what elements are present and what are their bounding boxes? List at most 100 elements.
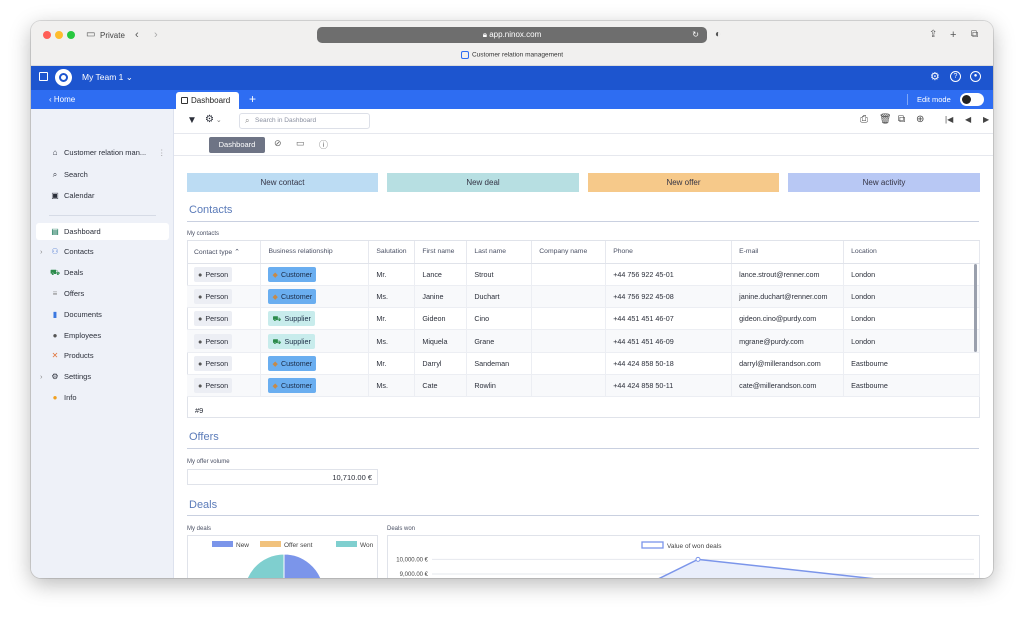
table-cell[interactable]: Rowlin: [466, 374, 533, 398]
column-header[interactable]: Phone: [605, 241, 733, 264]
table-cell[interactable]: gideon.cino@purdy.com: [731, 307, 845, 331]
forward-icon[interactable]: ›: [154, 28, 158, 42]
new-offer-button[interactable]: New offer: [588, 173, 779, 192]
table-cell[interactable]: Ms.: [368, 285, 416, 309]
table-cell[interactable]: [531, 263, 607, 286]
table-row[interactable]: ● Person ◆ Customer Mr. Darryl Sandeman +44 424…: [187, 352, 980, 375]
table-cell[interactable]: Ms.: [368, 374, 416, 398]
table-cell[interactable]: Mr.: [368, 352, 416, 375]
privacy-shield-icon[interactable]: ◐: [715, 28, 721, 42]
diamond-icon: ◆: [272, 291, 278, 301]
minimize-window-button[interactable]: [55, 31, 63, 39]
table-cell[interactable]: mgrane@purdy.com: [731, 329, 845, 353]
table-cell[interactable]: London: [843, 285, 980, 309]
table-cell[interactable]: Lance: [414, 263, 468, 286]
table-cell[interactable]: Ms.: [368, 329, 416, 353]
tabs-overview-icon[interactable]: ⧉: [971, 28, 978, 42]
table-row[interactable]: ● Person ⛟ Supplier Mr. Gideon Cino +44 451 451…: [187, 307, 980, 331]
browser-tab-title[interactable]: Customer relation management: [31, 51, 993, 59]
table-cell[interactable]: Darryl: [414, 352, 468, 375]
table-cell[interactable]: [531, 374, 607, 398]
table-cell[interactable]: +44 451 451 46-07: [605, 307, 733, 331]
new-activity-button[interactable]: New activity: [788, 173, 980, 192]
ninox-logo-icon[interactable]: [55, 69, 72, 86]
team-switcher[interactable]: My Team 1 ⌄: [82, 72, 133, 83]
table-cell[interactable]: Mr.: [368, 307, 416, 331]
zoom-window-button[interactable]: [67, 31, 75, 39]
table-cell[interactable]: ⛟ Supplier: [260, 307, 370, 331]
table-cell[interactable]: +44 756 922 45-01: [605, 263, 733, 286]
table-cell[interactable]: ⛟ Supplier: [260, 329, 370, 353]
sidebar-toggle-icon[interactable]: ▭: [86, 28, 95, 42]
table-cell[interactable]: ◆ Customer: [260, 285, 370, 309]
legend-label: Won: [360, 542, 374, 549]
new-tab-icon[interactable]: +: [950, 28, 956, 42]
gear-icon[interactable]: ⚙︎: [930, 70, 940, 83]
table-cell[interactable]: Gideon: [414, 307, 468, 331]
table-cell[interactable]: ◆ Customer: [260, 352, 370, 375]
table-cell[interactable]: Eastbourne: [843, 352, 980, 375]
table-cell[interactable]: [531, 352, 607, 375]
add-tab-icon[interactable]: +: [249, 92, 256, 106]
table-cell[interactable]: +44 424 858 50-11: [605, 374, 733, 398]
table-cell[interactable]: [531, 329, 607, 353]
table-cell[interactable]: ● Person: [187, 352, 262, 375]
table-cell[interactable]: janine.duchart@renner.com: [731, 285, 845, 309]
table-cell[interactable]: ● Person: [187, 329, 262, 353]
table-row[interactable]: ● Person ⛟ Supplier Ms. Miquela Grane +44 451 4…: [187, 329, 980, 353]
table-cell[interactable]: Janine: [414, 285, 468, 309]
new-deal-button[interactable]: New deal: [387, 173, 579, 192]
table-cell[interactable]: +44 424 858 50-18: [605, 352, 733, 375]
table-cell[interactable]: lance.strout@renner.com: [731, 263, 845, 286]
home-link[interactable]: ‹ Home: [49, 95, 75, 104]
url-bar[interactable]: 🔒︎ app.ninox.com ↻: [317, 27, 707, 43]
table-cell[interactable]: ● Person: [187, 285, 262, 309]
table-cell[interactable]: Cino: [466, 307, 533, 331]
share-icon[interactable]: ⇪: [929, 28, 937, 42]
help-icon[interactable]: ?: [950, 71, 961, 82]
table-cell[interactable]: Eastbourne: [843, 374, 980, 398]
column-header[interactable]: Salutation: [368, 241, 416, 264]
table-cell[interactable]: Grane: [466, 329, 533, 353]
column-header[interactable]: Contact type ⌃: [187, 241, 262, 264]
table-cell[interactable]: ● Person: [187, 374, 262, 398]
table-cell[interactable]: [531, 285, 607, 309]
table-cell[interactable]: Mr.: [368, 263, 416, 286]
table-cell[interactable]: Duchart: [466, 285, 533, 309]
column-header[interactable]: Last name: [466, 241, 533, 264]
back-icon[interactable]: ‹: [135, 28, 139, 42]
table-cell[interactable]: London: [843, 263, 980, 286]
account-icon[interactable]: ●: [970, 71, 981, 82]
table-row[interactable]: ● Person ◆ Customer Mr. Lance Strout +44 756 92…: [187, 263, 980, 286]
table-cell[interactable]: +44 451 451 46-09: [605, 329, 733, 353]
table-cell[interactable]: cate@millerandson.com: [731, 374, 845, 398]
new-contact-button[interactable]: New contact: [187, 173, 378, 192]
table-cell[interactable]: ● Person: [187, 263, 262, 286]
app-menu-icon[interactable]: [39, 72, 48, 81]
column-header[interactable]: E-mail: [731, 241, 845, 264]
table-scrollbar[interactable]: [974, 264, 977, 352]
tab-dashboard[interactable]: Dashboard: [176, 92, 239, 109]
table-cell[interactable]: London: [843, 307, 980, 331]
table-cell[interactable]: Miquela: [414, 329, 468, 353]
column-header[interactable]: Company name: [531, 241, 607, 264]
column-header[interactable]: Business relationship: [260, 241, 370, 264]
table-row[interactable]: ● Person ◆ Customer Ms. Janine Duchart +44 756 …: [187, 285, 980, 309]
column-header[interactable]: First name: [414, 241, 468, 264]
table-cell[interactable]: [531, 307, 607, 331]
edit-mode-toggle[interactable]: [960, 93, 984, 106]
table-cell[interactable]: Strout: [466, 263, 533, 286]
table-cell[interactable]: ● Person: [187, 307, 262, 331]
table-cell[interactable]: ◆ Customer: [260, 374, 370, 398]
table-cell[interactable]: Cate: [414, 374, 468, 398]
offers-divider: [187, 448, 979, 449]
table-row[interactable]: ● Person ◆ Customer Ms. Cate Rowlin +44 424 858…: [187, 374, 980, 398]
column-header[interactable]: Location: [843, 241, 980, 264]
table-cell[interactable]: London: [843, 329, 980, 353]
table-cell[interactable]: Sandeman: [466, 352, 533, 375]
reload-icon[interactable]: ↻: [692, 27, 699, 43]
table-cell[interactable]: darryl@millerandson.com: [731, 352, 845, 375]
table-cell[interactable]: ◆ Customer: [260, 263, 370, 286]
close-window-button[interactable]: [43, 31, 51, 39]
table-cell[interactable]: +44 756 922 45-08: [605, 285, 733, 309]
